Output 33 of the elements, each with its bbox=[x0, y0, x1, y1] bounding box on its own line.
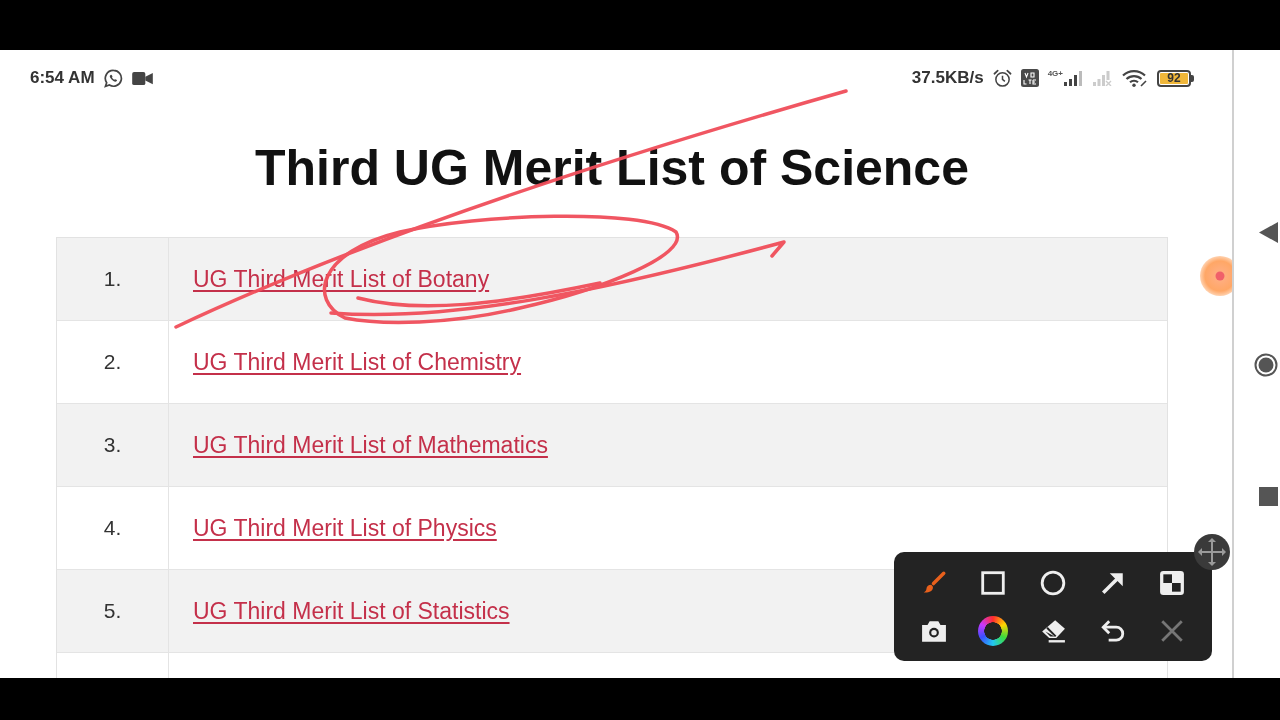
back-icon[interactable] bbox=[1259, 222, 1278, 243]
merit-list-link[interactable]: UG Third Merit List of Physics bbox=[193, 514, 497, 542]
square-icon bbox=[980, 570, 1007, 596]
network-speed: 37.5KB/s bbox=[911, 68, 984, 88]
checker-icon bbox=[1159, 570, 1186, 596]
arrow-icon bbox=[1099, 570, 1126, 596]
wifi-icon bbox=[1122, 69, 1148, 87]
move-handle-icon[interactable] bbox=[1194, 534, 1230, 570]
circle-icon bbox=[1040, 570, 1066, 596]
alarm-clock-icon bbox=[992, 68, 1012, 88]
row-number: 5. bbox=[103, 599, 122, 623]
battery-percentage: 92 bbox=[1160, 72, 1188, 84]
merit-list-link[interactable]: UG Third Merit List of Chemistry bbox=[193, 348, 522, 376]
color-ring-icon bbox=[978, 616, 1009, 646]
row-number: 3. bbox=[103, 433, 122, 457]
row-number: 1. bbox=[103, 267, 122, 291]
camera-icon bbox=[920, 618, 947, 644]
row-number: 4. bbox=[103, 516, 122, 540]
signal-bars-icon bbox=[1064, 70, 1084, 86]
undo-icon bbox=[1099, 618, 1126, 644]
no-signal-icon bbox=[1093, 70, 1113, 86]
merit-list-link[interactable]: UG Third Merit List of Mathematics bbox=[193, 431, 548, 459]
volte-badge-icon bbox=[1020, 69, 1039, 87]
home-icon[interactable] bbox=[1254, 353, 1278, 377]
floating-bubble-icon[interactable] bbox=[1200, 256, 1232, 296]
merit-list-link[interactable]: UG Third Merit List of Statistics bbox=[193, 597, 510, 625]
page-title: Third UG Merit List of Science bbox=[255, 139, 969, 198]
clock-time: 6:54 AM bbox=[30, 68, 95, 88]
chat-bubble-phone-icon bbox=[103, 68, 123, 88]
row-number: 2. bbox=[103, 350, 122, 374]
network-type-label: 4G+ bbox=[1047, 70, 1063, 78]
video-camera-icon bbox=[131, 70, 153, 86]
eraser-icon bbox=[1040, 618, 1066, 644]
